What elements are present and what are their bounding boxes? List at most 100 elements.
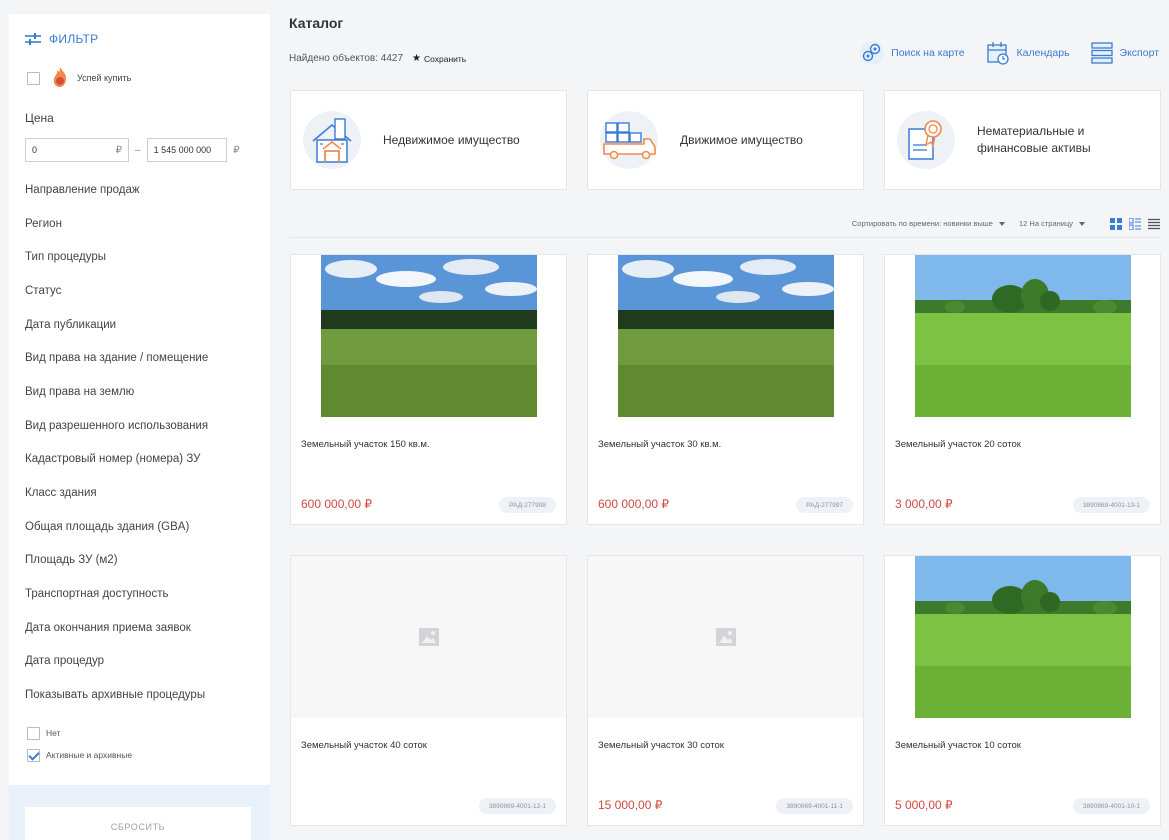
- hurry-buy-option[interactable]: Успей купить: [27, 66, 131, 90]
- filter-item[interactable]: Регион: [25, 207, 208, 241]
- archive-option-all[interactable]: Активные и архивные: [27, 744, 132, 766]
- tile-list-view-icon[interactable]: [1129, 217, 1141, 230]
- building-icon: [303, 111, 361, 169]
- archive-options: Нет Активные и архивные: [27, 722, 132, 766]
- filter-toggle[interactable]: ФИЛЬТР: [25, 32, 98, 46]
- found-text: Найдено объектов: 4427: [289, 53, 404, 64]
- lot-title[interactable]: Земельный участок 30 соток: [598, 740, 724, 751]
- list-view-icon[interactable]: [1148, 218, 1160, 230]
- page-title: Каталог: [289, 15, 344, 31]
- price-from-currency: ₽: [115, 144, 122, 156]
- filter-item[interactable]: Класс здания: [25, 476, 208, 510]
- archive-all-checkbox[interactable]: [27, 748, 40, 762]
- filter-sidebar: ФИЛЬТР Успей купить Цена 0 ₽ – 1 545 000…: [9, 14, 270, 840]
- category-label: Недвижимое имущество: [383, 132, 520, 147]
- fire-icon: [51, 66, 69, 90]
- lot-photo: [321, 255, 537, 417]
- per-page-label: 12 На страницу: [1018, 219, 1073, 228]
- hurry-checkbox[interactable]: [27, 71, 40, 85]
- found-count: Найдено объектов: 4427 ★ Сохранить: [289, 53, 466, 64]
- lot-title[interactable]: Земельный участок 20 соток: [895, 439, 1021, 450]
- price-dash: –: [135, 144, 141, 156]
- lot-title[interactable]: Земельный участок 30 кв.м.: [598, 439, 721, 450]
- filter-title: ФИЛЬТР: [49, 32, 99, 46]
- filter-item[interactable]: Направление продаж: [25, 173, 208, 207]
- filter-item[interactable]: Дата окончания приема заявок: [25, 611, 208, 645]
- star-icon: ★: [412, 53, 421, 64]
- lot-code-badge: РАД-277997: [796, 497, 853, 513]
- filter-item[interactable]: Площадь ЗУ (м2): [25, 544, 208, 578]
- lot-card[interactable]: Земельный участок 40 соток 3890869-4001-…: [290, 555, 567, 826]
- lot-title[interactable]: Земельный участок 40 соток: [301, 740, 427, 751]
- export-label: Экспорт: [1119, 47, 1159, 59]
- calendar-button[interactable]: Календарь: [985, 40, 1070, 66]
- category-intangible[interactable]: Нематериальные и финансовые активы: [884, 90, 1161, 190]
- category-movable[interactable]: Движимое имущество: [587, 90, 864, 190]
- reset-area: СБРОСИТЬ: [9, 785, 270, 840]
- filter-sliders-icon: [25, 33, 41, 45]
- lot-code-badge: РАД-277998: [499, 497, 556, 513]
- lot-photo: [618, 255, 834, 417]
- filter-item[interactable]: Вид права на здание / помещение: [25, 341, 208, 375]
- lot-card[interactable]: Земельный участок 10 соток 5 000,00 ₽ 38…: [884, 555, 1161, 826]
- category-label: Нематериальные и финансовые активы: [977, 124, 1091, 155]
- export-list-icon: [1090, 42, 1113, 64]
- filter-item[interactable]: Транспортная доступность: [25, 577, 208, 611]
- price-label: Цена: [25, 111, 54, 125]
- per-page-select[interactable]: 12 На страницу: [1019, 219, 1085, 228]
- price-to-value: 1 545 000 000: [153, 145, 212, 155]
- view-switcher: [1103, 217, 1160, 230]
- calendar-icon: [986, 42, 1009, 65]
- save-label: Сохранить: [424, 53, 467, 64]
- image-placeholder-icon: [715, 628, 736, 646]
- lot-card[interactable]: Земельный участок 30 соток 15 000,00 ₽ 3…: [587, 555, 864, 826]
- lot-photo: [915, 556, 1131, 718]
- filter-item[interactable]: Общая площадь здания (GBA): [25, 510, 208, 544]
- image-placeholder-icon: [418, 628, 439, 646]
- map-search-button[interactable]: Поиск на карте: [859, 40, 965, 66]
- export-button[interactable]: Экспорт: [1090, 42, 1159, 64]
- certificate-icon: [897, 111, 955, 169]
- reset-button[interactable]: СБРОСИТЬ: [25, 807, 251, 840]
- lot-card[interactable]: Земельный участок 20 соток 3 000,00 ₽ 38…: [884, 254, 1161, 525]
- filter-item[interactable]: Вид разрешенного использования: [25, 409, 208, 443]
- map-pin-icon: [860, 41, 885, 65]
- lot-price: 3 000,00 ₽: [895, 497, 953, 511]
- lot-title[interactable]: Земельный участок 10 соток: [895, 740, 1021, 751]
- sort-label: Сортировать по времени: новинки выше: [851, 219, 993, 228]
- filter-item[interactable]: Дата публикации: [25, 308, 208, 342]
- price-from-input[interactable]: 0 ₽: [25, 138, 129, 162]
- filter-item[interactable]: Статус: [25, 274, 208, 308]
- filter-item[interactable]: Кадастровый номер (номера) ЗУ: [25, 443, 208, 477]
- lot-title[interactable]: Земельный участок 150 кв.м.: [301, 439, 430, 450]
- category-real-estate[interactable]: Недвижимое имущество: [290, 90, 567, 190]
- price-range: 0 ₽ – 1 545 000 000 ₽: [25, 138, 240, 162]
- sort-select[interactable]: Сортировать по времени: новинки выше: [852, 219, 1005, 228]
- lot-card[interactable]: Земельный участок 30 кв.м. 600 000,00 ₽ …: [587, 254, 864, 525]
- price-to-input[interactable]: 1 545 000 000 ₽: [146, 138, 240, 162]
- lot-code-badge: 3890869-4001-13-1: [1072, 497, 1150, 513]
- archive-all-label: Активные и архивные: [46, 750, 133, 760]
- lot-code-badge: 3890869-4001-10-1: [1072, 798, 1150, 814]
- hurry-label: Успей купить: [77, 73, 132, 83]
- archive-option-no[interactable]: Нет: [27, 722, 132, 744]
- lot-card[interactable]: Земельный участок 150 кв.м. 600 000,00 ₽…: [290, 254, 567, 525]
- map-search-label: Поиск на карте: [891, 47, 965, 59]
- calendar-label: Календарь: [1016, 47, 1070, 59]
- filter-item[interactable]: Вид права на землю: [25, 375, 208, 409]
- lot-code-badge: 3890869-4001-11-1: [776, 798, 853, 814]
- price-to-currency: ₽: [233, 144, 240, 156]
- caret-down-icon: [1079, 221, 1085, 226]
- lot-price: 600 000,00 ₽: [301, 497, 373, 511]
- save-search-button[interactable]: ★ Сохранить: [412, 53, 466, 64]
- filter-item-archive-heading: Показывать архивные процедуры: [25, 689, 206, 702]
- filter-item[interactable]: Дата процедур: [25, 645, 208, 679]
- toolbar: Поиск на карте Календарь Экспорт: [839, 40, 1159, 66]
- archive-no-label: Нет: [46, 728, 61, 738]
- grid-view-icon[interactable]: [1110, 217, 1122, 230]
- category-label: Движимое имущество: [680, 132, 803, 147]
- archive-no-checkbox[interactable]: [27, 726, 40, 740]
- filter-item[interactable]: Тип процедуры: [25, 240, 208, 274]
- lot-price: 5 000,00 ₽: [895, 798, 953, 812]
- sort-bar: Сортировать по времени: новинки выше 12 …: [289, 210, 1160, 238]
